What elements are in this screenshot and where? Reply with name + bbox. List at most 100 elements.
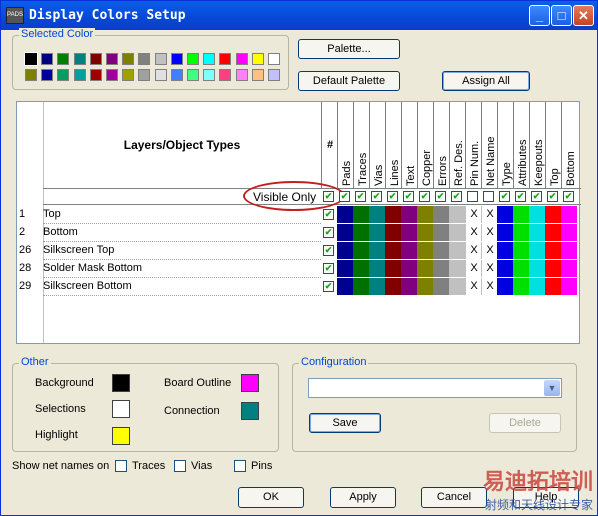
color-cell-none[interactable]: X <box>465 206 482 223</box>
palette-swatch[interactable] <box>154 53 167 65</box>
palette-swatch[interactable] <box>57 69 70 81</box>
color-cell[interactable] <box>449 206 465 223</box>
color-cell[interactable] <box>513 206 529 223</box>
title-bar[interactable]: PADS Display Colors Setup _ □ ✕ <box>1 1 597 30</box>
color-cell[interactable] <box>545 206 561 223</box>
color-cell[interactable] <box>513 224 529 241</box>
visible-only-checkbox[interactable]: ✔ <box>563 191 574 202</box>
palette-swatch[interactable] <box>73 69 86 81</box>
visible-only-checkbox[interactable]: ✔ <box>499 191 510 202</box>
color-cell-none[interactable]: X <box>481 242 498 259</box>
color-cell[interactable] <box>449 242 465 259</box>
default-palette-button[interactable]: Default Palette <box>298 71 400 91</box>
vias-checkbox[interactable] <box>174 460 186 472</box>
selections-color-swatch[interactable] <box>112 400 130 418</box>
color-cell[interactable] <box>417 242 433 259</box>
color-cell[interactable] <box>353 206 369 223</box>
color-cell[interactable] <box>497 224 513 241</box>
color-cell[interactable] <box>337 242 353 259</box>
highlight-color-swatch[interactable] <box>112 427 130 445</box>
layer-visible-checkbox[interactable]: ✔ <box>323 281 334 292</box>
color-cell[interactable] <box>449 278 465 295</box>
color-cell[interactable] <box>529 260 545 277</box>
color-cell[interactable] <box>433 278 449 295</box>
delete-button[interactable]: Delete <box>489 413 561 433</box>
color-cell[interactable] <box>497 278 513 295</box>
color-cell[interactable] <box>401 242 417 259</box>
palette-swatch[interactable] <box>268 69 280 81</box>
color-cell[interactable] <box>417 224 433 241</box>
palette-swatch[interactable] <box>138 69 151 81</box>
color-cell[interactable] <box>513 260 529 277</box>
palette-swatch[interactable] <box>41 53 54 65</box>
visible-only-checkbox[interactable]: ✔ <box>371 191 382 202</box>
palette-swatch[interactable] <box>57 53 70 65</box>
color-cell[interactable] <box>497 206 513 223</box>
color-cell[interactable] <box>497 242 513 259</box>
color-cell[interactable] <box>545 224 561 241</box>
color-cell[interactable] <box>353 224 369 241</box>
color-cell[interactable] <box>369 224 385 241</box>
color-cell-none[interactable]: X <box>465 224 482 241</box>
color-cell[interactable] <box>369 260 385 277</box>
color-cell[interactable] <box>561 242 577 259</box>
layer-visible-checkbox[interactable]: ✔ <box>323 227 334 238</box>
color-cell[interactable] <box>337 278 353 295</box>
palette-swatch[interactable] <box>106 53 118 65</box>
maximize-icon[interactable]: □ <box>551 5 572 26</box>
layer-name[interactable]: Solder Mask Bottom <box>43 260 321 278</box>
color-cell[interactable] <box>401 260 417 277</box>
palette-swatch[interactable] <box>251 69 264 81</box>
color-cell-none[interactable]: X <box>465 242 482 259</box>
color-cell[interactable] <box>433 206 449 223</box>
palette-swatch[interactable] <box>89 69 102 81</box>
layer-visible-checkbox[interactable]: ✔ <box>323 263 334 274</box>
visible-only-checkbox[interactable]: ✔ <box>387 191 398 202</box>
palette-swatch[interactable] <box>154 69 167 81</box>
color-cell[interactable] <box>401 224 417 241</box>
board-outline-color-swatch[interactable] <box>241 374 259 392</box>
layer-name[interactable]: Silkscreen Top <box>43 242 321 260</box>
color-cell-none[interactable]: X <box>481 206 498 223</box>
color-cell[interactable] <box>353 278 369 295</box>
color-cell[interactable] <box>401 206 417 223</box>
color-cell[interactable] <box>561 260 577 277</box>
visible-only-checkbox[interactable]: ✔ <box>515 191 526 202</box>
color-cell[interactable] <box>529 242 545 259</box>
color-cell[interactable] <box>353 260 369 277</box>
visible-only-checkbox[interactable]: ✔ <box>355 191 366 202</box>
color-cell[interactable] <box>369 206 385 223</box>
color-cell[interactable] <box>385 224 401 241</box>
layer-name[interactable]: Silkscreen Bottom <box>43 278 321 296</box>
color-cell[interactable] <box>337 260 353 277</box>
color-cell[interactable] <box>545 260 561 277</box>
color-cell[interactable] <box>385 242 401 259</box>
pins-checkbox[interactable] <box>234 460 246 472</box>
layer-name[interactable]: Top <box>43 206 321 224</box>
assign-all-button[interactable]: Assign All <box>442 71 530 91</box>
palette-swatch[interactable] <box>122 69 135 81</box>
palette-swatch[interactable] <box>235 69 248 81</box>
color-cell[interactable] <box>385 206 401 223</box>
visible-only-checkbox[interactable] <box>467 191 478 202</box>
palette-swatch[interactable] <box>73 53 86 65</box>
color-cell[interactable] <box>337 206 353 223</box>
color-cell[interactable] <box>337 224 353 241</box>
palette-swatch[interactable] <box>170 69 183 81</box>
visible-only-checkbox[interactable]: ✔ <box>419 191 430 202</box>
color-cell[interactable] <box>417 278 433 295</box>
palette-swatch[interactable] <box>25 69 37 81</box>
apply-button[interactable]: Apply <box>330 487 396 508</box>
color-cell[interactable] <box>497 260 513 277</box>
palette-swatch[interactable] <box>203 69 216 81</box>
visible-only-checkbox[interactable] <box>483 191 494 202</box>
visible-only-checkbox[interactable]: ✔ <box>339 191 350 202</box>
cancel-button[interactable]: Cancel <box>421 487 487 508</box>
color-cell[interactable] <box>401 278 417 295</box>
color-cell[interactable] <box>353 242 369 259</box>
palette-swatch[interactable] <box>235 53 248 65</box>
palette-swatch[interactable] <box>251 53 264 65</box>
color-cell[interactable] <box>529 206 545 223</box>
palette-button[interactable]: Palette... <box>298 39 400 59</box>
palette-swatch[interactable] <box>219 53 232 65</box>
